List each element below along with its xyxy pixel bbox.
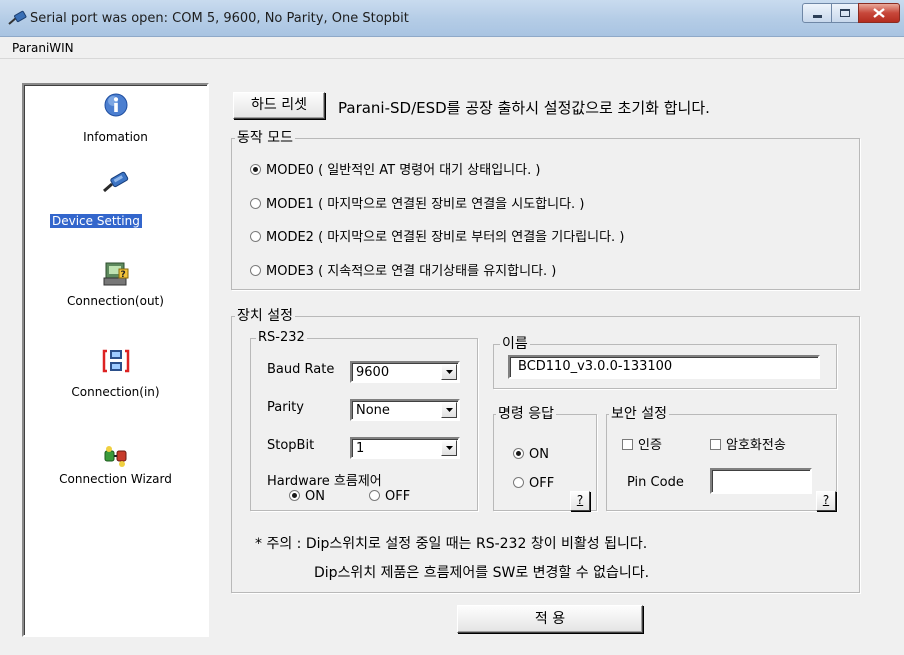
connection-wizard-icon (101, 443, 131, 471)
sidebar-item-label: Connection(in) (71, 385, 160, 399)
radio-label: ON (305, 489, 325, 504)
menu-item-paraniwin[interactable]: ParaniWIN (12, 41, 74, 55)
security-help-button[interactable]: ? (816, 491, 836, 511)
radio-label: MODE2 ( 마지막으로 연결된 장비로 부터의 연결을 기다립니다. ) (266, 230, 625, 245)
group-title: 명령 응답 (496, 405, 556, 423)
svg-text:?: ? (121, 270, 126, 280)
command-response-on-radio[interactable]: ON (513, 447, 549, 462)
sidebar: Infomation Device Setting ? Connection(o… (22, 83, 209, 637)
baud-rate-select[interactable]: 9600 (350, 361, 460, 383)
group-title: 이름 (500, 335, 530, 353)
chevron-down-icon (441, 364, 457, 380)
chevron-down-icon (441, 440, 457, 456)
radio-indicator (513, 448, 524, 459)
mode0-radio[interactable]: MODE0 ( 일반적인 AT 명령어 대기 상태입니다. ) (250, 159, 540, 178)
radio-indicator (250, 231, 261, 242)
sidebar-item-information[interactable]: Infomation (24, 92, 207, 158)
window-title: Serial port was open: COM 5, 9600, No Pa… (30, 11, 409, 26)
sidebar-item-label: Device Setting (49, 213, 143, 229)
command-response-off-radio[interactable]: OFF (513, 476, 554, 491)
close-icon (873, 8, 885, 18)
serial-plug-icon (7, 10, 27, 30)
radio-indicator (250, 198, 261, 209)
stopbit-label: StopBit (267, 438, 315, 453)
group-title: RS-232 (256, 329, 307, 347)
sidebar-item-device-setting[interactable]: Device Setting (24, 167, 207, 233)
sidebar-item-connection-wizard[interactable]: Connection Wizard (24, 443, 207, 509)
mode3-radio[interactable]: MODE3 ( 지속적으로 연결 대기상태를 유지합니다. ) (250, 260, 556, 279)
mode2-radio[interactable]: MODE2 ( 마지막으로 연결된 장비로 부터의 연결을 기다립니다. ) (250, 226, 624, 245)
radio-label: MODE0 ( 일반적인 AT 명령어 대기 상태입니다. ) (266, 163, 541, 178)
sidebar-item-label: Connection(out) (67, 294, 164, 308)
select-value: None (356, 403, 390, 418)
command-response-help-button[interactable]: ? (570, 491, 590, 511)
radio-indicator (369, 490, 380, 501)
device-settings-group: 장치 설정 RS-232 Baud Rate 9600 Parity None … (231, 307, 860, 593)
minimize-button[interactable] (802, 3, 832, 23)
radio-label: MODE1 ( 마지막으로 연결된 장비로 연결을 시도합니다. ) (266, 197, 585, 212)
encrypt-checkbox[interactable]: 암호화전송 (710, 434, 786, 453)
mode1-radio[interactable]: MODE1 ( 마지막으로 연결된 장비로 연결을 시도합니다. ) (250, 193, 584, 212)
checkbox-indicator (622, 439, 633, 450)
connection-out-icon: ? (101, 260, 131, 288)
flow-off-radio[interactable]: OFF (369, 489, 410, 504)
hard-reset-description: Parani-SD/ESD를 공장 출하시 설정값으로 초기화 합니다. (338, 99, 710, 117)
radio-label: MODE3 ( 지속적으로 연결 대기상태를 유지합니다. ) (266, 264, 557, 279)
group-title: 장치 설정 (235, 307, 295, 325)
device-name-input[interactable]: BCD110_v3.0.0-133100 (508, 355, 820, 379)
flow-on-radio[interactable]: ON (289, 489, 325, 504)
connection-in-icon (101, 347, 131, 375)
sidebar-item-label: Connection Wizard (59, 472, 172, 486)
sidebar-item-connection-in[interactable]: Connection(in) (24, 347, 207, 413)
baud-rate-label: Baud Rate (267, 362, 335, 377)
stopbit-select[interactable]: 1 (350, 437, 460, 459)
checkbox-label: 암호화전송 (726, 438, 786, 453)
flow-control-label: Hardware 흐름제어 (267, 474, 382, 489)
checkbox-indicator (710, 439, 721, 450)
group-title: 보안 설정 (609, 405, 669, 423)
minimize-icon (812, 14, 822, 18)
auth-checkbox[interactable]: 인증 (622, 434, 662, 453)
parity-label: Parity (267, 400, 304, 415)
radio-indicator (513, 477, 524, 488)
title-bar[interactable]: Serial port was open: COM 5, 9600, No Pa… (0, 0, 904, 37)
sidebar-item-label: Infomation (83, 130, 148, 144)
menu-bar: ParaniWIN (0, 37, 904, 59)
select-value: 1 (356, 441, 365, 456)
radio-indicator (250, 164, 261, 175)
security-group: 보안 설정 인증 암호화전송 Pin Code ? (606, 405, 837, 511)
sidebar-item-connection-out[interactable]: ? Connection(out) (24, 260, 207, 326)
checkbox-label: 인증 (638, 438, 662, 453)
maximize-button[interactable] (831, 3, 859, 23)
radio-label: ON (529, 447, 549, 462)
hard-reset-button[interactable]: 하드 리셋 (233, 92, 325, 119)
chevron-down-icon (441, 402, 457, 418)
info-icon (101, 92, 131, 120)
serial-plug-icon (101, 167, 131, 195)
radio-label: OFF (385, 489, 411, 504)
pin-code-input[interactable] (710, 468, 812, 494)
close-button[interactable] (858, 3, 900, 23)
rs232-group: RS-232 Baud Rate 9600 Parity None StopBi… (250, 329, 478, 511)
command-response-group: 명령 응답 ON OFF ? (493, 405, 597, 511)
note-line-2: Dip스위치 제품은 흐름제어를 SW로 변경할 수 없습니다. (314, 565, 650, 581)
radio-indicator (250, 265, 261, 276)
apply-button[interactable]: 적 용 (457, 605, 643, 633)
operation-mode-group: 동작 모드 MODE0 ( 일반적인 AT 명령어 대기 상태입니다. ) MO… (231, 129, 860, 290)
parity-select[interactable]: None (350, 399, 460, 421)
select-value: 9600 (356, 365, 390, 380)
note-line-1: * 주의 : Dip스위치로 설정 중일 때는 RS-232 창이 비활성 됩니… (255, 536, 648, 552)
group-title: 동작 모드 (235, 129, 295, 147)
radio-indicator (289, 490, 300, 501)
pin-code-label: Pin Code (627, 475, 684, 490)
maximize-icon (840, 9, 850, 17)
name-group: 이름 BCD110_v3.0.0-133100 (493, 335, 837, 389)
radio-label: OFF (529, 476, 555, 491)
